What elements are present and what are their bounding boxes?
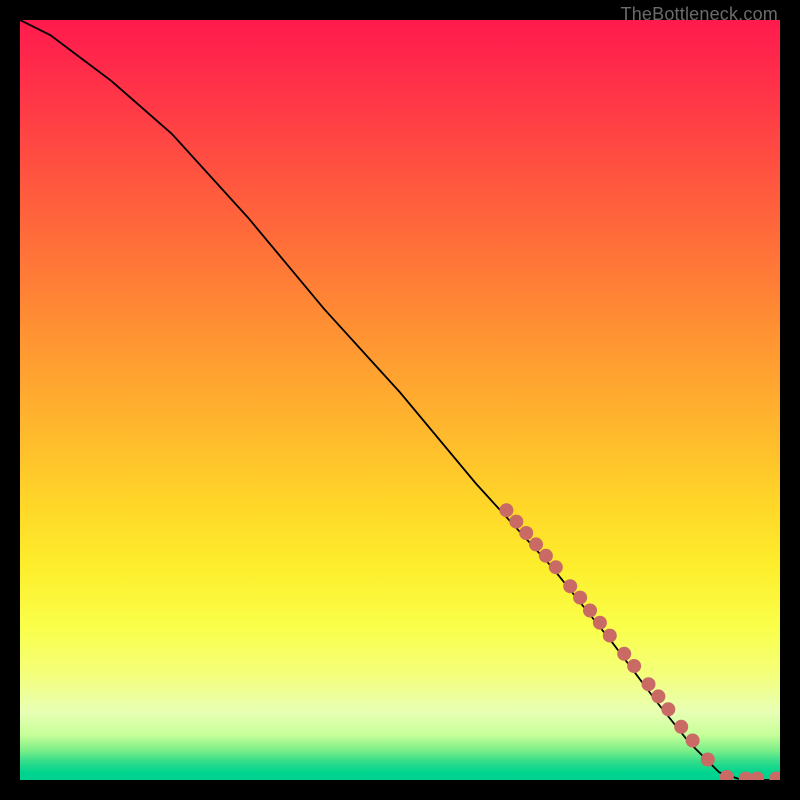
data-dot: [701, 753, 715, 767]
highlighted-dots: [499, 503, 780, 780]
data-dot: [674, 720, 688, 734]
data-dot: [539, 549, 553, 563]
plot-area: [20, 20, 780, 780]
data-dot: [661, 702, 675, 716]
data-dot: [549, 560, 563, 574]
data-dot: [686, 734, 700, 748]
data-dot: [563, 579, 577, 593]
data-dot: [573, 591, 587, 605]
data-dot: [769, 772, 780, 781]
data-dot: [593, 616, 607, 630]
data-dot: [642, 677, 656, 691]
data-dot: [627, 659, 641, 673]
data-dot: [499, 503, 513, 517]
chart-svg: [20, 20, 780, 780]
data-dot: [651, 689, 665, 703]
data-dot: [750, 772, 764, 781]
chart-stage: TheBottleneck.com: [0, 0, 800, 800]
data-dot: [603, 629, 617, 643]
data-dot: [720, 770, 734, 780]
data-dot: [519, 526, 533, 540]
bottleneck-curve: [20, 20, 780, 780]
data-dot: [583, 604, 597, 618]
data-dot: [529, 537, 543, 551]
data-dot: [617, 647, 631, 661]
data-dot: [509, 515, 523, 529]
